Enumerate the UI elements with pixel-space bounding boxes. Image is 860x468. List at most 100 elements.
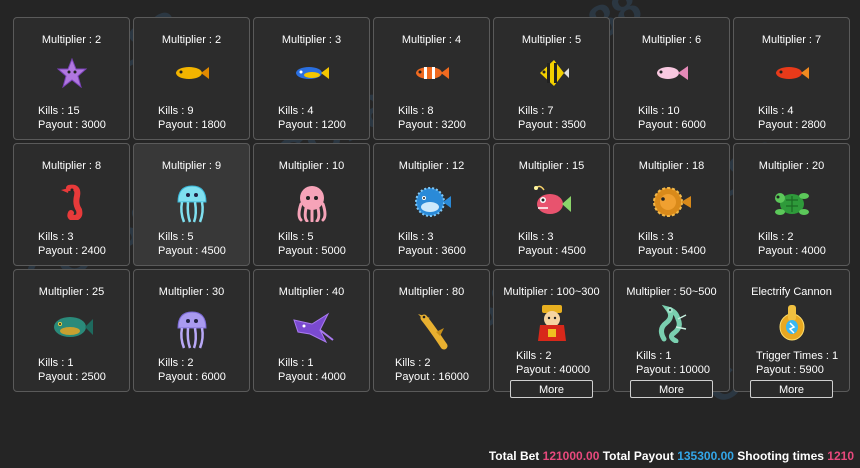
card-stats: Kills : 5 Payout : 5000 <box>278 230 346 258</box>
multiplier-label: Multiplier : 40 <box>278 286 345 298</box>
fish-card: Multiplier : 7 Kills : 4 Payout : 2800 <box>733 17 850 140</box>
fortune-god-icon <box>534 303 570 348</box>
multiplier-label: Multiplier : 18 <box>638 160 705 172</box>
card-stats: Kills : 4 Payout : 1200 <box>278 104 346 132</box>
payout-value: Payout : 40000 <box>516 364 591 376</box>
kills-value: Kills : 9 <box>158 105 194 117</box>
turtle-icon <box>772 184 812 225</box>
octopus-icon <box>295 184 329 227</box>
kills-value: Kills : 4 <box>758 105 794 117</box>
payout-value: Payout : 2400 <box>38 245 106 257</box>
fish-card: Multiplier : 12 Kills : 3 Payout : 3600 <box>373 143 490 266</box>
kills-value: Kills : 1 <box>636 350 672 362</box>
fish-card: Multiplier : 20 Kills : 2 Payout : 4000 <box>733 143 850 266</box>
card-stats: Kills : 10 Payout : 6000 <box>638 104 706 132</box>
angelfish-icon <box>534 58 570 93</box>
fish-card: Multiplier : 2 Kills : 15 Payout : 3000 <box>13 17 130 140</box>
shooting-times-label: Shooting times <box>737 449 824 463</box>
card-stats: Kills : 5 Payout : 4500 <box>158 230 226 258</box>
dragon-icon <box>654 303 690 348</box>
multiplier-label: Multiplier : 9 <box>161 160 222 172</box>
payout-value: Payout : 4500 <box>518 245 586 257</box>
multiplier-label: Multiplier : 20 <box>758 160 825 172</box>
card-stats: Kills : 2 Payout : 6000 <box>158 356 226 384</box>
kills-value: Kills : 5 <box>278 231 314 243</box>
fish-card: Multiplier : 15 Kills : 3 Payout : 4500 <box>493 143 610 266</box>
fish-card: Multiplier : 18 Kills : 3 Payout : 5400 <box>613 143 730 266</box>
card-stats: Kills : 8 Payout : 3200 <box>398 104 466 132</box>
pink-fish-icon <box>654 63 690 88</box>
multiplier-label: Multiplier : 2 <box>161 34 222 46</box>
lionfish-icon <box>652 184 692 225</box>
total-bet-value: 121000.00 <box>542 449 600 463</box>
fish-card: Electrify Cannon Trigger Times : 1 Payou… <box>733 269 850 398</box>
card-stats: Kills : 3 Payout : 2400 <box>38 230 106 258</box>
card-stats: Kills : 3 Payout : 3600 <box>398 230 466 258</box>
payout-value: Payout : 3000 <box>38 119 106 131</box>
card-stats: Kills : 4 Payout : 2800 <box>758 104 826 132</box>
hammerhead-shark-icon <box>410 310 454 355</box>
kills-value: Kills : 3 <box>38 231 74 243</box>
multiplier-label: Multiplier : 30 <box>158 286 225 298</box>
multiplier-label: Multiplier : 5 <box>521 34 582 46</box>
kills-value: Kills : 1 <box>278 357 314 369</box>
card-stats: Kills : 3 Payout : 4500 <box>518 230 586 258</box>
fish-card: Multiplier : 6 Kills : 10 Payout : 6000 <box>613 17 730 140</box>
multiplier-label: Multiplier : 3 <box>281 34 342 46</box>
payout-value: Payout : 6000 <box>638 119 706 131</box>
multiplier-label: Multiplier : 12 <box>398 160 465 172</box>
more-button[interactable]: More <box>630 380 713 398</box>
payout-value: Payout : 16000 <box>395 371 470 383</box>
trigger-times-value: Trigger Times : 1 <box>756 350 839 362</box>
more-button[interactable]: More <box>750 380 833 398</box>
payout-value: Payout : 5900 <box>756 364 824 376</box>
more-button[interactable]: More <box>510 380 593 398</box>
fish-card: Multiplier : 5 Kills : 7 Payout : 3500 <box>493 17 610 140</box>
multiplier-label: Multiplier : 100~300 <box>503 286 600 298</box>
multiplier-label: Electrify Cannon <box>751 286 832 298</box>
payout-value: Payout : 4000 <box>278 371 346 383</box>
yellow-fish-icon <box>174 64 210 87</box>
multiplier-label: Multiplier : 7 <box>761 34 822 46</box>
fish-card: Multiplier : 50~500 Kills : 1 Payout : 1… <box>613 269 730 398</box>
blue-fish-icon <box>294 64 330 87</box>
fish-card: Multiplier : 3 Kills : 4 Payout : 1200 <box>253 17 370 140</box>
multiplier-label: Multiplier : 80 <box>398 286 465 298</box>
card-stats: Kills : 1 Payout : 4000 <box>278 356 346 384</box>
multiplier-label: Multiplier : 4 <box>401 34 462 46</box>
payout-value: Payout : 4500 <box>158 245 226 257</box>
payout-value: Payout : 2500 <box>38 371 106 383</box>
payout-value: Payout : 6000 <box>158 371 226 383</box>
fish-card: Multiplier : 4 Kills : 8 Payout : 3200 <box>373 17 490 140</box>
kills-value: Kills : 2 <box>395 357 431 369</box>
card-stats: Kills : 3 Payout : 5400 <box>638 230 706 258</box>
total-payout-value: 135300.00 <box>677 449 734 463</box>
kills-value: Kills : 3 <box>638 231 674 243</box>
red-fish-icon <box>774 64 810 87</box>
manta-ray-icon <box>290 310 334 349</box>
shooting-times-value: 1210 <box>827 449 854 463</box>
kills-value: Kills : 7 <box>518 105 554 117</box>
kills-value: Kills : 15 <box>38 105 80 117</box>
starfish-icon <box>56 57 87 93</box>
card-stats: Kills : 2 Payout : 4000 <box>758 230 826 258</box>
pufferfish-icon <box>412 184 452 225</box>
total-payout-label: Total Payout <box>602 449 674 463</box>
card-stats: Trigger Times : 1 Payout : 5900 <box>756 349 838 377</box>
fish-stats-grid: Multiplier : 2 Kills : 15 Payout : 3000 … <box>13 17 855 398</box>
fish-card: Multiplier : 8 Kills : 3 Payout : 2400 <box>13 143 130 266</box>
fish-card: Multiplier : 2 Kills : 9 Payout : 1800 <box>133 17 250 140</box>
multiplier-label: Multiplier : 6 <box>641 34 702 46</box>
payout-value: Payout : 5000 <box>278 245 346 257</box>
payout-value: Payout : 3600 <box>398 245 466 257</box>
grouper-icon <box>50 310 94 347</box>
clownfish-icon <box>414 64 450 87</box>
card-stats: Kills : 7 Payout : 3500 <box>518 104 586 132</box>
jellyfish-icon <box>175 184 209 229</box>
card-stats: Kills : 15 Payout : 3000 <box>38 104 106 132</box>
payout-value: Payout : 1200 <box>278 119 346 131</box>
kills-value: Kills : 3 <box>518 231 554 243</box>
kills-value: Kills : 2 <box>516 350 552 362</box>
payout-value: Payout : 2800 <box>758 119 826 131</box>
fish-card: Multiplier : 30 Kills : 2 Payout : 6000 <box>133 269 250 392</box>
